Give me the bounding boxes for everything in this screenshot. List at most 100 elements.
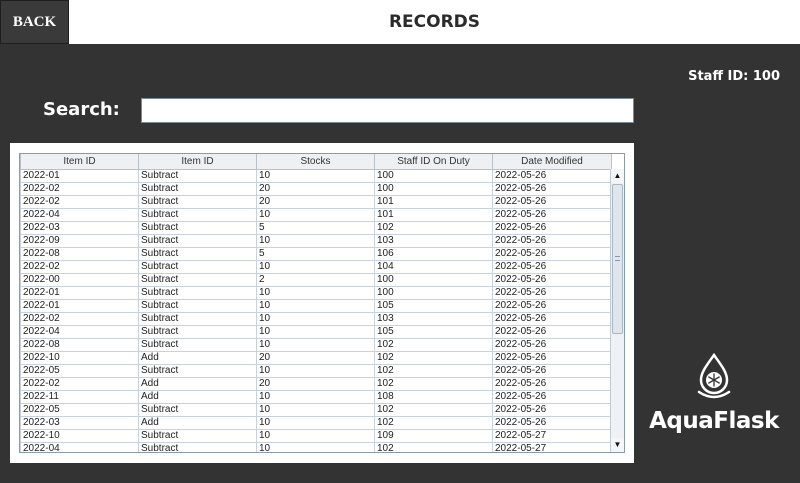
table-cell: Subtract (138, 182, 257, 196)
table-cell: 2022-01 (20, 169, 139, 183)
table-cell: 2022-05-26 (492, 260, 612, 274)
scroll-up-icon[interactable]: ▲ (611, 169, 624, 183)
table-cell: 2022-05-26 (492, 273, 612, 287)
table-cell: 104 (374, 260, 493, 274)
table-row[interactable]: 2022-08 Subtract 5 106 2022-05-26 (20, 247, 612, 261)
table-row[interactable]: 2022-01 Subtract 10 100 2022-05-26 (20, 286, 612, 300)
table-row[interactable]: 2022-02 Subtract 10 104 2022-05-26 (20, 260, 612, 274)
table-cell: 100 (374, 182, 493, 196)
table-row[interactable]: 2022-03 Subtract 5 102 2022-05-26 (20, 221, 612, 235)
table-cell: Subtract (138, 169, 257, 183)
table-cell: 102 (374, 403, 493, 417)
table-cell: 2022-03 (20, 221, 139, 235)
page-title: RECORDS (388, 12, 481, 32)
table-cell: Add (138, 416, 257, 430)
table-cell: 20 (256, 351, 375, 365)
table-cell: 2022-10 (20, 351, 139, 365)
table-cell: 109 (374, 429, 493, 443)
table-cell: 10 (256, 286, 375, 300)
column-header[interactable]: Staff ID On Duty (374, 154, 493, 170)
table-row[interactable]: 2022-09 Subtract 10 103 2022-05-26 (20, 234, 612, 248)
table-cell: Add (138, 390, 257, 404)
table-cell: 10 (256, 429, 375, 443)
table-row[interactable]: 2022-01 Subtract 10 100 2022-05-26 (20, 169, 612, 183)
staff-id-label: Staff ID: 100 (688, 69, 780, 84)
top-bar: BACK RECORDS (0, 0, 800, 44)
table-cell: Add (138, 351, 257, 365)
table-header-row: Item ID Item ID Stocks Staff ID On Duty … (20, 154, 612, 170)
table-cell: 2022-04 (20, 442, 139, 452)
table-cell: 10 (256, 338, 375, 352)
table-cell: 102 (374, 442, 493, 452)
table-row[interactable]: 2022-02 Subtract 10 103 2022-05-26 (20, 312, 612, 326)
table-row[interactable]: 2022-08 Subtract 10 102 2022-05-26 (20, 338, 612, 352)
table-cell: 103 (374, 312, 493, 326)
table-cell: Subtract (138, 312, 257, 326)
table-cell: 2022-05-26 (492, 325, 612, 339)
table-row[interactable]: 2022-05 Subtract 10 102 2022-05-26 (20, 403, 612, 417)
table-cell: 2022-05-26 (492, 364, 612, 378)
table-cell: 2022-04 (20, 208, 139, 222)
table-cell: 2022-03 (20, 416, 139, 430)
table-cell: 2022-05-26 (492, 182, 612, 196)
table-row[interactable]: 2022-10 Add 20 102 2022-05-26 (20, 351, 612, 365)
grip-icon (615, 256, 620, 261)
table-row[interactable]: 2022-00 Subtract 2 100 2022-05-26 (20, 273, 612, 287)
search-label: Search: (43, 99, 120, 120)
column-header[interactable]: Item ID (138, 154, 257, 170)
table-row[interactable]: 2022-04 Subtract 10 102 2022-05-27 (20, 442, 612, 452)
table-cell: 2022-08 (20, 247, 139, 261)
table-cell: 2022-04 (20, 325, 139, 339)
table-cell: 102 (374, 351, 493, 365)
scroll-thumb[interactable] (612, 184, 623, 334)
table-row[interactable]: 2022-04 Subtract 10 101 2022-05-26 (20, 208, 612, 222)
table-cell: 2022-05-26 (492, 208, 612, 222)
table-cell: 100 (374, 169, 493, 183)
table-cell: 10 (256, 234, 375, 248)
table-row[interactable]: 2022-03 Add 10 102 2022-05-26 (20, 416, 612, 430)
table-cell: 105 (374, 299, 493, 313)
table-cell: 2022-05 (20, 403, 139, 417)
table-cell: Subtract (138, 273, 257, 287)
records-table: Item ID Item ID Stocks Staff ID On Duty … (20, 154, 612, 452)
table-cell: 10 (256, 442, 375, 452)
table-cell: 2022-11 (20, 390, 139, 404)
table-row[interactable]: 2022-04 Subtract 10 105 2022-05-26 (20, 325, 612, 339)
table-scrollbar[interactable]: ▲ ▼ (610, 169, 624, 452)
table-cell: 2022-02 (20, 312, 139, 326)
table-cell: 2022-05-26 (492, 390, 612, 404)
table-cell: 2022-05-26 (492, 234, 612, 248)
table-row[interactable]: 2022-02 Subtract 20 100 2022-05-26 (20, 182, 612, 196)
table-cell: 10 (256, 364, 375, 378)
table-cell: 2022-05-26 (492, 299, 612, 313)
table-cell: 2022-10 (20, 429, 139, 443)
table-cell: Subtract (138, 338, 257, 352)
table-row[interactable]: 2022-11 Add 10 108 2022-05-26 (20, 390, 612, 404)
table-cell: 101 (374, 195, 493, 209)
table-cell: 108 (374, 390, 493, 404)
table-row[interactable]: 2022-02 Subtract 20 101 2022-05-26 (20, 195, 612, 209)
table-row[interactable]: 2022-02 Add 20 102 2022-05-26 (20, 377, 612, 391)
table-cell: 2022-02 (20, 377, 139, 391)
table-cell: 10 (256, 312, 375, 326)
table-row[interactable]: 2022-10 Subtract 10 109 2022-05-27 (20, 429, 612, 443)
brand-name: AquaFlask (649, 408, 779, 434)
table-cell: 10 (256, 208, 375, 222)
column-header[interactable]: Date Modified (492, 154, 612, 170)
table-cell: 2022-05-26 (492, 312, 612, 326)
table-cell: Subtract (138, 403, 257, 417)
table-cell: 10 (256, 299, 375, 313)
table-cell: 20 (256, 195, 375, 209)
column-header[interactable]: Item ID (20, 154, 139, 170)
search-input[interactable] (141, 98, 634, 123)
scroll-down-icon[interactable]: ▼ (611, 438, 624, 452)
water-drop-snowflake-icon (697, 352, 731, 399)
table-cell: 5 (256, 247, 375, 261)
column-header[interactable]: Stocks (256, 154, 375, 170)
table-cell: 101 (374, 208, 493, 222)
back-button[interactable]: BACK (0, 0, 69, 44)
table-cell: 2022-05-27 (492, 442, 612, 452)
table-row[interactable]: 2022-01 Subtract 10 105 2022-05-26 (20, 299, 612, 313)
table-row[interactable]: 2022-05 Subtract 10 102 2022-05-26 (20, 364, 612, 378)
table-cell: Subtract (138, 234, 257, 248)
